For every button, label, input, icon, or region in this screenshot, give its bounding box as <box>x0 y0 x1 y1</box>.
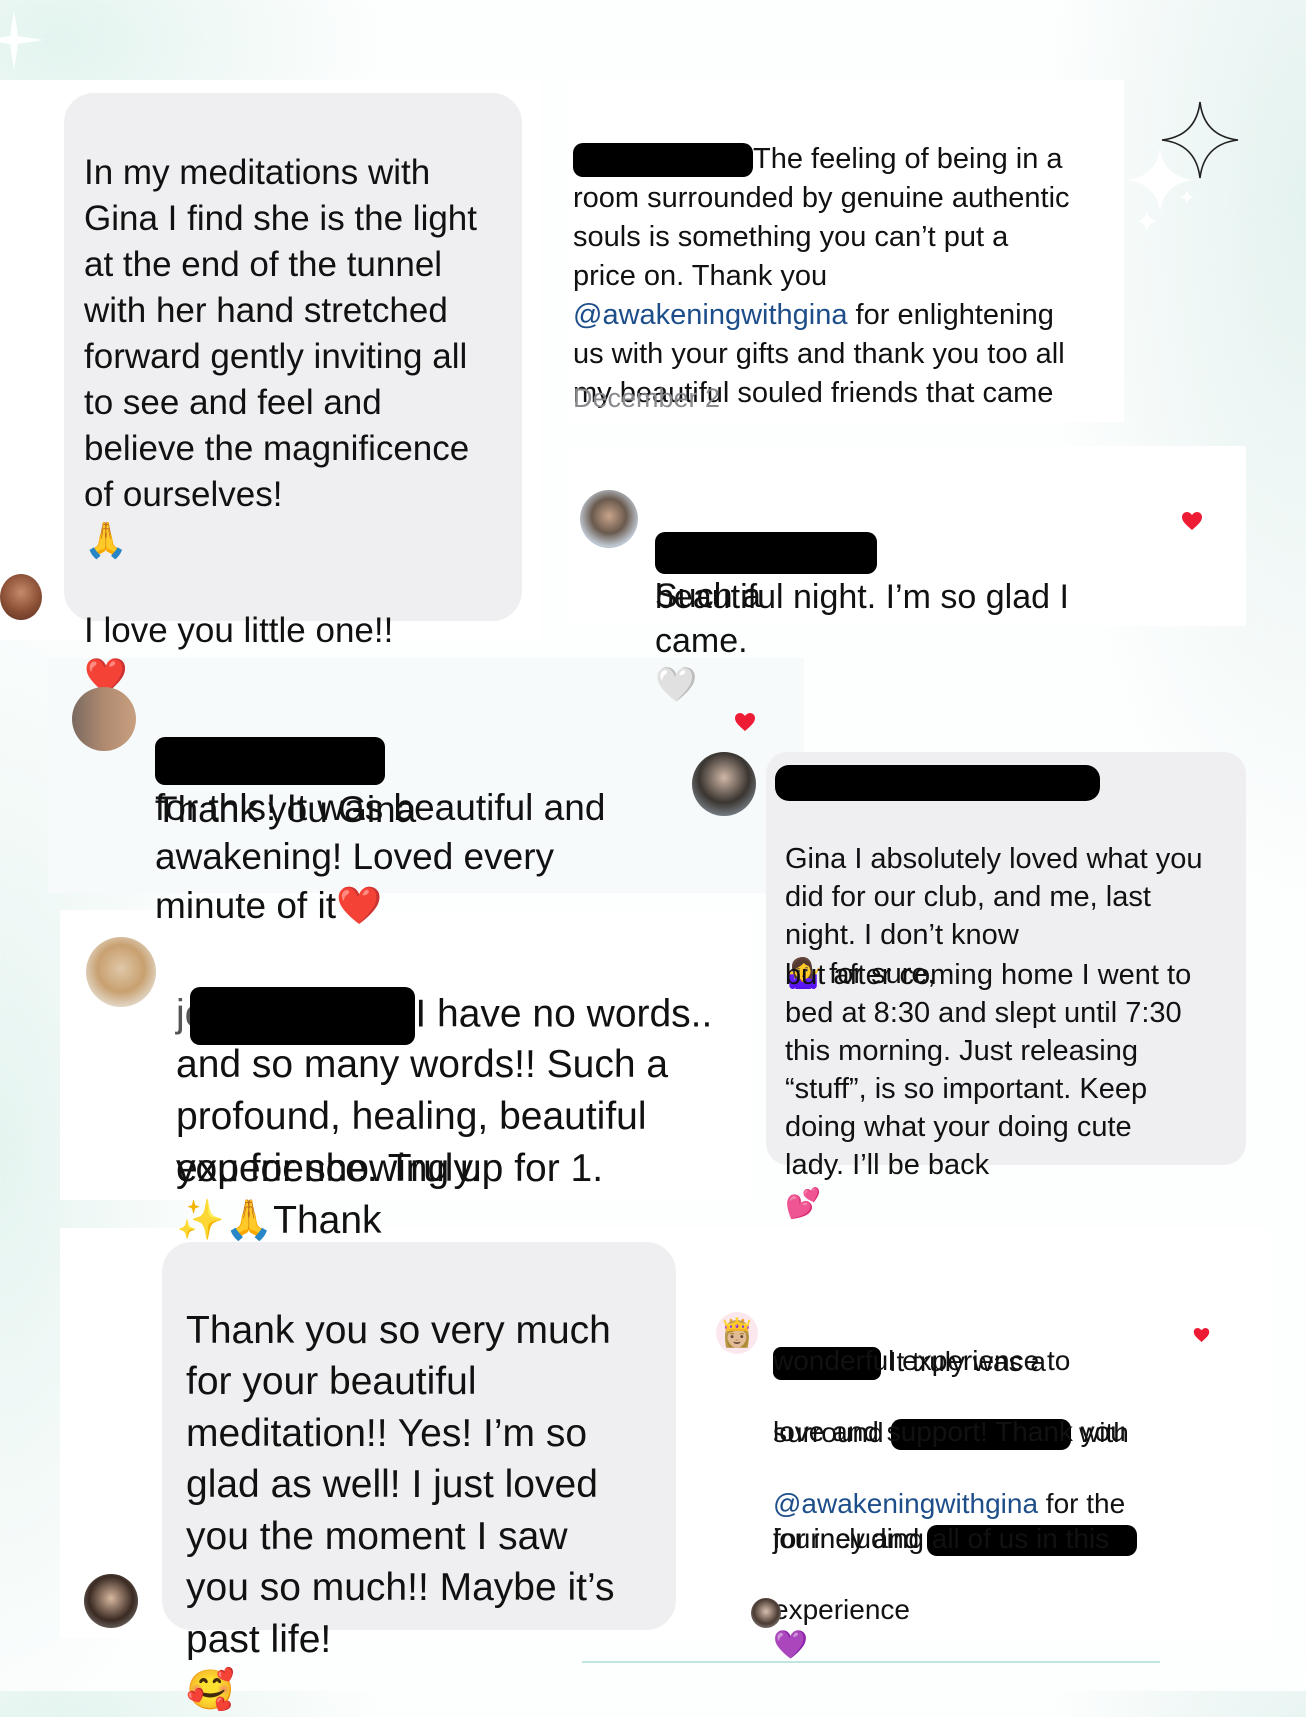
avatar[interactable] <box>0 574 42 620</box>
comment-date: December 2 <box>573 383 721 413</box>
comment-text: Thank you so very much for your beautifu… <box>186 1253 686 1717</box>
sparkle-icon <box>1127 147 1193 213</box>
comment-text: I love you little one!! ❤️ <box>84 562 393 700</box>
comment-text: but after coming home I went to bed at 8… <box>785 918 1245 1223</box>
comment-text: beautiful night. I’m so glad I came. 🤍 <box>655 531 1135 707</box>
comment-text: love and support! Thank you <box>773 1416 1126 1447</box>
sparkle-icon <box>1136 210 1158 232</box>
avatar[interactable] <box>692 752 756 816</box>
heart-icon[interactable] <box>1193 1327 1210 1343</box>
redacted-username <box>775 765 1100 801</box>
pray-emoji: 🙏 <box>84 521 128 561</box>
avatar[interactable] <box>580 490 638 548</box>
avatar[interactable] <box>751 1598 781 1628</box>
comment-body: Thank <box>273 1199 382 1242</box>
heart-icon[interactable] <box>1181 511 1203 531</box>
comment-body: I love you little one!! <box>84 611 394 650</box>
avatar[interactable] <box>72 687 136 751</box>
comment-body: In my meditations with Gina I find she i… <box>84 153 477 514</box>
comment-text: wonderful experience to <box>773 1345 1071 1376</box>
comment-body: beautiful night. I’m so glad I came. <box>655 578 1069 660</box>
purple-heart-emoji: 💜 <box>773 1628 808 1661</box>
sparkle-icon <box>0 10 44 70</box>
comment-text: for including all of us in this <box>773 1523 1110 1554</box>
sparkle-icon <box>1180 190 1194 204</box>
comment-text: experience 💜 <box>773 1556 910 1663</box>
sparkles-pray-emoji: ✨🙏 <box>176 1198 274 1243</box>
red-heart-emoji: ❤️ <box>335 884 383 927</box>
comment-body: Thank you so very much for your beautifu… <box>186 1308 615 1661</box>
avatar[interactable]: 👸🏼 <box>716 1312 758 1354</box>
two-hearts-emoji: 💕 <box>785 1186 822 1220</box>
divider <box>582 1661 1160 1663</box>
comment-text: you for showing up for 1. <box>176 1147 604 1190</box>
avatar[interactable] <box>86 937 156 1007</box>
comment-body: experience <box>773 1593 910 1625</box>
comment-text: In my meditations with Gina I find she i… <box>84 104 524 564</box>
avatar[interactable] <box>84 1574 138 1628</box>
comment-body: but after coming home I went to bed at 8… <box>785 959 1192 1181</box>
heart-icon[interactable] <box>734 712 756 732</box>
princess-emoji: 👸🏼 <box>719 1316 755 1349</box>
